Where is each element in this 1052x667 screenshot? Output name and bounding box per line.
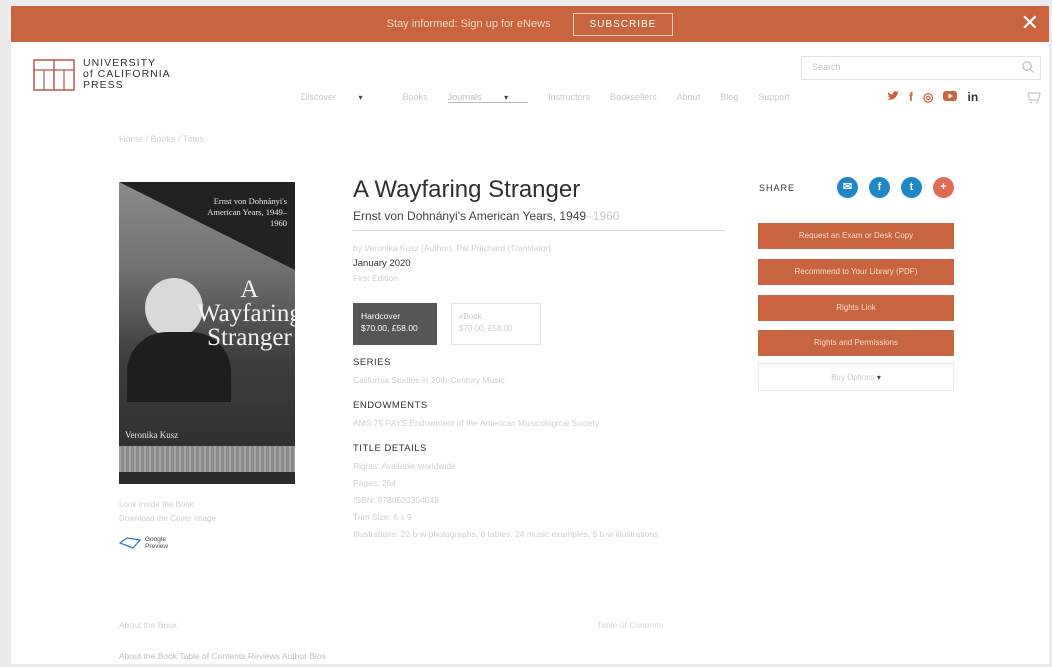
ucpress-logo-icon [33, 58, 75, 92]
format-price: $70.00, £58.00 [361, 323, 418, 333]
nav-item-instructors[interactable]: Instructors [548, 92, 590, 103]
logo[interactable]: UNIVERSITY of CALIFORNIA PRESS [33, 58, 171, 92]
search-box[interactable]: Search [801, 56, 1041, 80]
rights-permissions-button[interactable]: Rights and Permissions [758, 330, 954, 356]
pub-date: January 2020 [353, 258, 411, 269]
google-preview-line-1: Google [145, 536, 166, 543]
close-icon[interactable]: ✕ [1021, 11, 1039, 35]
cover-title: A Wayfaring Stranger [197, 276, 295, 351]
cover-score-strip [119, 446, 295, 472]
subscribe-button[interactable]: SUBSCRIBE [572, 12, 674, 36]
recommend-library-button[interactable]: Recommend to Your Library (PDF) [758, 259, 954, 285]
nav-item-books[interactable]: Books [403, 92, 428, 103]
chevron-down-icon: ▾ [504, 93, 509, 102]
search-icon[interactable] [1021, 60, 1035, 79]
cart-icon[interactable] [1027, 90, 1041, 109]
format-hardcover-button[interactable]: Hardcover $70.00, £58.00 [353, 303, 437, 345]
buy-options-dropdown[interactable]: Buy Options ▾ [758, 363, 954, 391]
share-label: SHARE [759, 183, 796, 193]
download-cover-link[interactable]: Download the Cover Image [119, 512, 216, 526]
twitter-icon[interactable] [887, 90, 899, 104]
google-preview-label: Google Preview [145, 536, 168, 550]
logo-line-3: PRESS [83, 79, 124, 91]
instagram-icon[interactable]: ◎ [923, 90, 933, 104]
series-heading: SERIES [353, 357, 391, 368]
nav-label: Journals [447, 92, 482, 102]
detail-line: Pages: 264 [353, 478, 397, 488]
cover-portrait-face [145, 278, 203, 338]
endowments-heading: ENDOWMENTS [353, 400, 428, 411]
book-title: A Wayfaring Stranger [353, 176, 581, 203]
detail-line: Rights: Available worldwide [353, 461, 456, 471]
chevron-down-icon: ▾ [876, 373, 881, 382]
format-ebook-button[interactable]: eBook $70.00, £58.00 [451, 303, 541, 345]
google-preview-button[interactable]: Google Preview [119, 536, 168, 550]
nav-item-journals[interactable]: Journals ▾ [447, 92, 529, 103]
social-links: f ◎ in [887, 90, 988, 104]
chevron-down-icon: ▾ [358, 93, 363, 102]
footer-heading: About the Book [119, 620, 178, 630]
cover-subtitle: Ernst von Dohnányi's American Years, 194… [207, 196, 287, 228]
cover-author: Veronika Kusz [125, 430, 179, 440]
enews-banner: Stay informed: Sign up for eNews SUBSCRI… [11, 6, 1049, 42]
breadcrumb[interactable]: Home / Books / Titles [119, 134, 204, 144]
email-icon[interactable]: ✉ [837, 177, 858, 198]
google-preview-line-2: Preview [145, 543, 169, 550]
title-details-heading: TITLE DETAILS [353, 443, 427, 454]
logo-text: UNIVERSITY of CALIFORNIA PRESS [83, 58, 171, 91]
look-inside-link[interactable]: Look Inside the Book [119, 498, 216, 512]
request-exam-copy-button[interactable]: Request an Exam or Desk Copy [758, 223, 954, 249]
footer-heading-right: Table of Contents [597, 620, 664, 630]
google-preview-icon [119, 537, 141, 549]
facebook-share-icon[interactable]: f [869, 177, 890, 198]
plus-icon[interactable]: + [933, 177, 954, 198]
buy-options-label: Buy Options [831, 373, 875, 382]
page: Stay informed: Sign up for eNews SUBSCRI… [11, 6, 1049, 664]
nav-label: Discover [301, 92, 337, 102]
search-input[interactable]: Search [812, 62, 841, 72]
subtitle-tail: –1960 [586, 209, 620, 223]
format-price: $70.00, £58.00 [459, 324, 513, 333]
detail-line: Illustrations: 22 b-w photographs, 6 tab… [353, 529, 659, 539]
nav-item-discover[interactable]: Discover ▾ [301, 92, 383, 103]
series-link[interactable]: California Studies in 20th-Century Music [353, 375, 505, 385]
author-line[interactable]: by Veronika Kusz (Author), Pál Pritchard… [353, 243, 551, 253]
linkedin-icon[interactable]: in [967, 90, 978, 104]
footer-tabs[interactable]: About the Book Table of Contents Reviews… [119, 651, 326, 661]
subtitle-main: Ernst von Dohnányi's American Years, 194… [353, 209, 587, 223]
book-cover: Ernst von Dohnányi's American Years, 194… [119, 182, 295, 484]
detail-line: ISBN: 9780520304048 [353, 495, 440, 505]
detail-line: Trim Size: 6 x 9 [353, 512, 412, 522]
rights-link-button[interactable]: Rights Link [758, 295, 954, 321]
nav-item-about[interactable]: About [677, 92, 701, 103]
facebook-icon[interactable]: f [909, 90, 913, 104]
nav-item-blog[interactable]: Blog [720, 92, 738, 103]
main-nav: Discover ▾ Books Journals ▾ Instructors … [301, 92, 810, 103]
twitter-share-icon[interactable]: t [901, 177, 922, 198]
banner-text: Stay informed: Sign up for eNews [386, 18, 551, 30]
youtube-icon[interactable] [943, 90, 958, 104]
cover-title-line-2: Stranger [207, 324, 292, 351]
title-divider [353, 230, 725, 231]
endowments-line: AMS 75 PAYS Endowment of the American Mu… [353, 418, 600, 428]
cover-links: Look Inside the Book Download the Cover … [119, 498, 216, 526]
edition: First Edition [353, 273, 398, 283]
nav-item-booksellers[interactable]: Booksellers [610, 92, 657, 103]
nav-item-support[interactable]: Support [758, 92, 790, 103]
book-subtitle: Ernst von Dohnányi's American Years, 194… [353, 209, 619, 223]
cover-title-line-1: A Wayfaring [197, 276, 295, 327]
format-label: eBook [459, 312, 482, 321]
format-label: Hardcover [361, 311, 401, 321]
